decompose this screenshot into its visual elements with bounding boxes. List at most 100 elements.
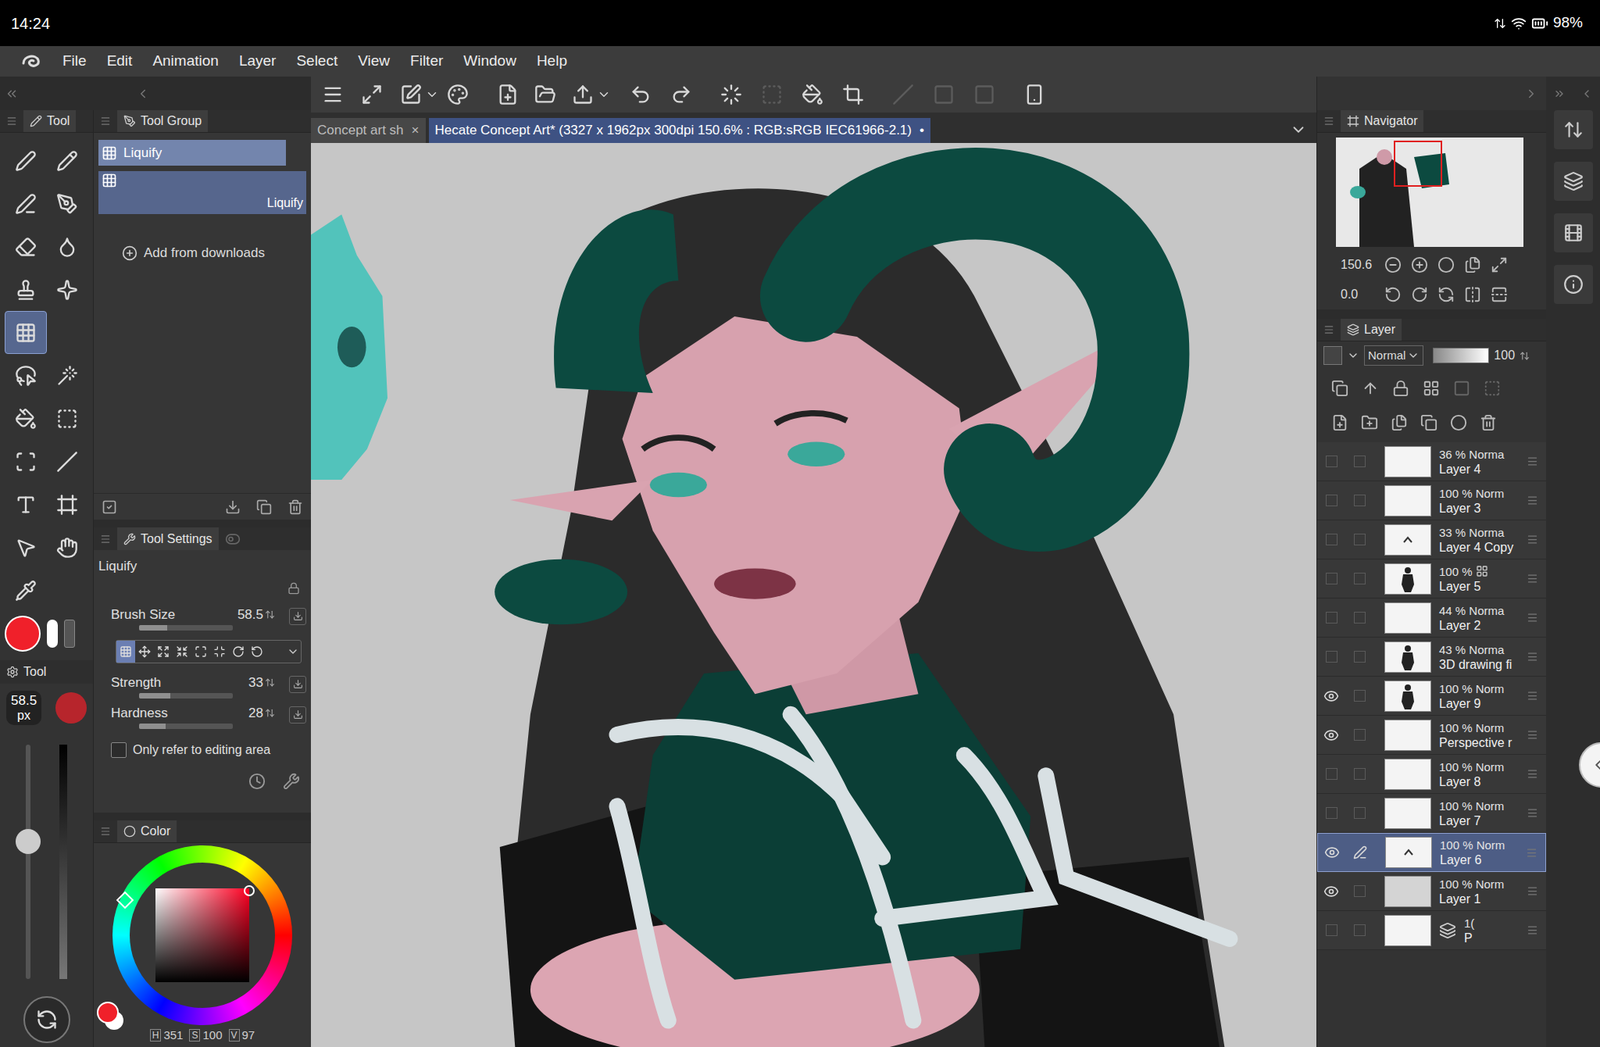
layer-row[interactable]: 100 % NormLayer 7 (1317, 793, 1547, 833)
layer-row[interactable]: 100 % NormPerspective r (1317, 715, 1547, 755)
sub-color-swatch[interactable] (46, 619, 58, 648)
add-from-downloads[interactable]: Add from downloads (98, 242, 307, 264)
delete-icon[interactable] (287, 499, 304, 515)
layer-handle-icon[interactable] (1526, 455, 1539, 468)
tool-button[interactable] (4, 225, 47, 268)
app-logo-icon[interactable] (20, 50, 43, 73)
command-button[interactable] (973, 83, 996, 106)
lock-icon[interactable] (287, 582, 300, 595)
collapse-icon[interactable] (1553, 87, 1566, 100)
reset-rotation-icon[interactable] (1437, 285, 1455, 304)
command-button[interactable] (425, 87, 440, 102)
liquify-mode[interactable] (247, 640, 267, 663)
dropdown-icon[interactable] (286, 645, 300, 658)
layer-handle-icon[interactable] (1526, 494, 1539, 507)
dock-button[interactable] (1553, 161, 1593, 201)
tool-button[interactable] (4, 396, 47, 440)
merge-icon[interactable] (1420, 414, 1438, 432)
menu-item[interactable]: Animation (152, 50, 219, 73)
edit-box[interactable] (1353, 689, 1366, 702)
new-layer-icon[interactable] (1331, 414, 1349, 432)
tool-button[interactable] (46, 439, 90, 483)
tool-button[interactable] (46, 182, 90, 225)
fit-window-icon[interactable] (1490, 256, 1508, 274)
tool-button[interactable] (4, 353, 47, 397)
command-button[interactable] (760, 83, 783, 106)
panel-menu-icon[interactable] (100, 533, 111, 545)
menu-item[interactable]: Filter (410, 50, 443, 73)
canvas[interactable] (310, 142, 1317, 1047)
size-slider-knob[interactable] (15, 828, 41, 854)
spinner-icon[interactable] (264, 677, 275, 688)
menu-item[interactable]: View (357, 50, 390, 73)
layer-row[interactable]: 44 % NormaLayer 2 (1317, 598, 1547, 638)
main-color-swatch[interactable] (4, 615, 41, 652)
edit-box[interactable] (1353, 924, 1366, 936)
side-panel-toggle[interactable] (1578, 742, 1600, 788)
reset-icon[interactable] (292, 709, 304, 720)
setting-slider[interactable]: Brush Size58.5 (93, 604, 311, 631)
command-button[interactable] (534, 83, 557, 106)
layer-row[interactable]: 36 % NormaLayer 4 (1317, 442, 1547, 482)
slider-track[interactable] (139, 692, 233, 699)
command-button[interactable] (932, 83, 955, 106)
tool-button[interactable] (4, 182, 47, 225)
dock-button[interactable] (1553, 213, 1593, 253)
mask-display-icon[interactable] (1483, 379, 1501, 397)
spinner-icon[interactable] (264, 609, 275, 620)
menu-item[interactable]: Select (296, 50, 338, 73)
collapse-icon[interactable] (1580, 87, 1593, 100)
layer-row[interactable]: 100 % NormLayer 8 (1317, 754, 1547, 794)
opacity-bar[interactable] (1432, 347, 1490, 364)
panel-menu-icon[interactable] (1323, 324, 1335, 336)
pen-icon[interactable] (1353, 845, 1368, 860)
edit-box[interactable] (1353, 455, 1366, 468)
visibility-box[interactable] (1325, 533, 1338, 546)
navigator-preview[interactable] (1335, 137, 1524, 247)
layer-row[interactable]: 100 % NormLayer 3 (1317, 481, 1547, 521)
panel-menu-icon[interactable] (6, 115, 18, 127)
liquify-mode[interactable] (153, 640, 173, 663)
zoom-out-icon[interactable] (1384, 256, 1402, 274)
edit-box[interactable] (1353, 494, 1366, 507)
tab-close[interactable]: × (411, 120, 420, 141)
clip-icon[interactable] (1331, 379, 1349, 397)
lock-transparency-icon[interactable] (1422, 379, 1440, 397)
tool-panel-header[interactable]: Tool (0, 110, 93, 133)
command-button[interactable] (720, 83, 743, 106)
command-button[interactable] (842, 83, 865, 106)
lock-icon[interactable] (1392, 379, 1410, 397)
rotate-right-icon[interactable] (1410, 285, 1429, 304)
layer-row[interactable]: 1(P (1317, 910, 1547, 950)
edit-box[interactable] (1353, 728, 1366, 741)
tool-button[interactable] (4, 482, 47, 526)
tab-close[interactable]: • (919, 120, 925, 141)
setting-slider[interactable]: Strength33 (93, 672, 311, 699)
tool-button[interactable] (46, 225, 90, 268)
visibility-box[interactable] (1325, 494, 1338, 507)
tool-button[interactable] (4, 139, 47, 183)
collapse-icon[interactable] (4, 86, 19, 101)
layer-handle-icon[interactable] (1526, 885, 1539, 897)
panel-menu-icon[interactable] (100, 825, 111, 837)
command-button[interactable] (1023, 83, 1046, 106)
layer-handle-icon[interactable] (1525, 846, 1538, 859)
dock-collapse-bar[interactable] (0, 76, 311, 111)
command-button[interactable] (446, 83, 469, 106)
fit-icon[interactable] (1437, 256, 1455, 274)
liquify-mode[interactable] (228, 640, 248, 663)
navigator-header[interactable]: Navigator (1317, 110, 1547, 133)
duplicate-icon[interactable] (256, 499, 272, 515)
zoom-in-icon[interactable] (1410, 256, 1429, 274)
tool-button[interactable] (46, 525, 90, 569)
eye-icon[interactable] (1323, 883, 1340, 900)
edit-box[interactable] (1353, 572, 1366, 585)
document-tab[interactable]: Hecate Concept Art* (3327 x 1962px 300dp… (428, 117, 931, 143)
command-button[interactable] (321, 83, 344, 106)
visibility-box[interactable] (1325, 807, 1338, 819)
edit-box[interactable] (1353, 885, 1366, 897)
sub-tool-item[interactable]: Liquify (98, 171, 307, 215)
opacity-slider[interactable] (59, 744, 68, 979)
visibility-box[interactable] (1325, 455, 1338, 468)
liquify-mode[interactable] (172, 640, 192, 663)
